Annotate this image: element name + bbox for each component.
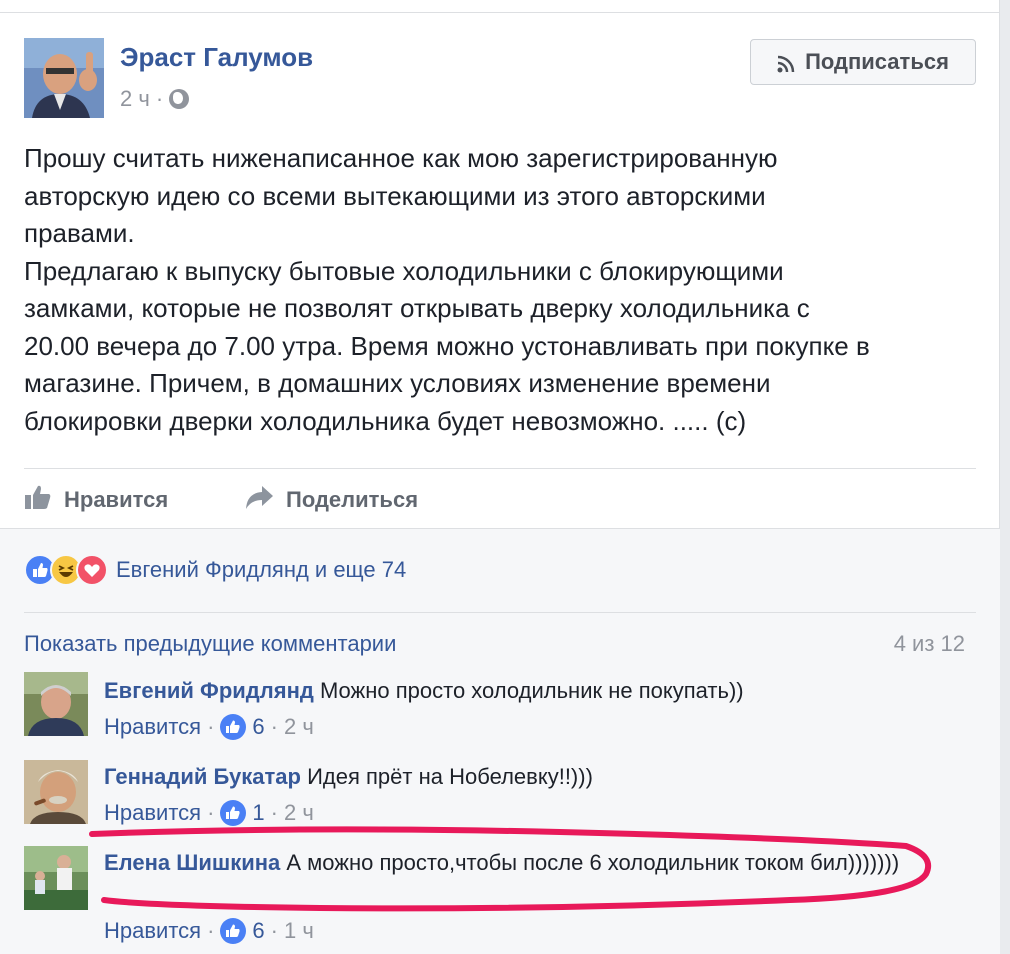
comment-like-count[interactable]: 6 <box>252 714 264 740</box>
comments-count: 4 из 12 <box>893 631 965 656</box>
comment-avatar[interactable] <box>24 760 88 824</box>
meta-dot: · <box>270 714 278 739</box>
comment-like-count[interactable]: 1 <box>252 800 264 826</box>
like-action-button[interactable]: Нравится <box>24 484 168 516</box>
comments-area <box>0 528 1000 954</box>
author-avatar[interactable] <box>24 38 104 118</box>
thumbs-up-icon <box>24 484 52 516</box>
love-icon <box>76 554 108 586</box>
follow-label: Подписаться <box>805 49 949 74</box>
like-action-label: Нравится <box>64 487 169 512</box>
comment-text: А можно просто,чтобы после 6 холодильник… <box>286 850 900 875</box>
meta-dot: · <box>207 714 215 739</box>
comment-author[interactable]: Геннадий Букатар <box>104 764 301 789</box>
reactions-text[interactable]: Евгений Фридлянд и еще 74 <box>116 557 406 583</box>
comment-meta: Нравится · 6 · 2 ч <box>104 714 314 740</box>
comment-meta: Нравится · 1 · 2 ч <box>104 800 314 826</box>
comment-text: Идея прёт на Нобелевку!!))) <box>307 764 593 789</box>
share-action-button[interactable]: Поделиться <box>244 484 418 516</box>
like-badge-icon <box>220 800 247 826</box>
comment-like-button[interactable]: Нравится <box>104 714 201 740</box>
post-card: Эраст Галумов 2 ч · Подписаться Прошу сч… <box>0 0 1000 954</box>
comment-text-line: Евгений Фридлянд Можно просто холодильни… <box>104 674 934 708</box>
comment-text: Можно просто холодильник не покупать)) <box>319 678 744 703</box>
actions-divider <box>24 468 976 469</box>
comment-text-line: Елена Шишкина А можно просто,чтобы после… <box>104 846 934 880</box>
reactions-summary[interactable]: Евгений Фридлянд и еще 74 <box>24 554 406 586</box>
comment-time[interactable]: 2 ч <box>284 800 314 826</box>
like-badge-icon <box>220 714 247 740</box>
post-author-name[interactable]: Эраст Галумов <box>120 42 313 73</box>
comment-author[interactable]: Елена Шишкина <box>104 850 280 875</box>
comment-text-line: Геннадий Букатар Идея прёт на Нобелевку!… <box>104 760 934 794</box>
comment-meta: Нравится · 6 · 1 ч <box>104 918 314 944</box>
globe-icon <box>169 89 190 109</box>
comment-author[interactable]: Евгений Фридлянд <box>104 678 314 703</box>
like-badge-icon <box>220 918 247 944</box>
meta-dot: · <box>270 800 278 825</box>
follow-button[interactable]: Подписаться <box>750 39 976 85</box>
meta-dot: · <box>207 800 215 825</box>
comments-divider <box>24 612 976 613</box>
rss-icon <box>777 53 795 73</box>
comment-time[interactable]: 2 ч <box>284 714 314 740</box>
meta-dot: · <box>207 918 215 943</box>
meta-dot: · <box>270 918 278 943</box>
comment-avatar[interactable] <box>24 846 88 910</box>
share-arrow-icon <box>244 484 274 516</box>
share-action-label: Поделиться <box>286 487 419 512</box>
comment-like-button[interactable]: Нравится <box>104 918 201 944</box>
show-previous-comments-link[interactable]: Показать предыдущие комментарии <box>24 631 396 657</box>
comment-like-count[interactable]: 6 <box>252 918 264 944</box>
meta-dot: · <box>155 86 164 111</box>
comment-like-button[interactable]: Нравится <box>104 800 201 826</box>
post-meta: 2 ч · <box>120 86 190 112</box>
comment-avatar[interactable] <box>24 672 88 736</box>
comment-time[interactable]: 1 ч <box>284 918 314 944</box>
post-text: Прошу считать ниженаписанное как мою зар… <box>24 143 870 436</box>
post-time[interactable]: 2 ч <box>120 86 150 112</box>
top-divider <box>0 12 1000 13</box>
